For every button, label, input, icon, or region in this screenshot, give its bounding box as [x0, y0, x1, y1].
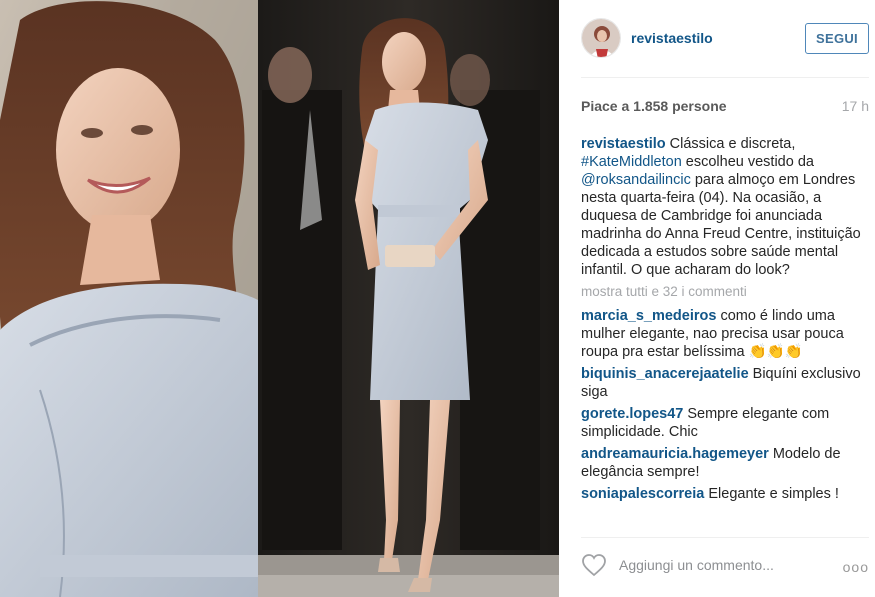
photo-collage [0, 0, 559, 597]
avatar-image [582, 19, 620, 57]
post-header: revistaestilo SEGUI [581, 15, 869, 61]
post-photo[interactable] [0, 0, 559, 597]
post-sidebar: revistaestilo SEGUI Piace a 1.858 person… [559, 0, 875, 597]
comment-username[interactable]: biquinis_anacerejaatelie [581, 366, 749, 382]
caption-text: Clássica e discreta, [665, 136, 796, 152]
add-comment-input[interactable] [619, 557, 819, 573]
header-username[interactable]: revistaestilo [631, 30, 713, 46]
post-stats: Piace a 1.858 persone 17 h [581, 96, 869, 116]
show-all-comments-link[interactable]: mostra tutti e 32 i commenti [581, 283, 861, 301]
comment-username[interactable]: marcia_s_medeiros [581, 308, 716, 324]
divider [581, 537, 869, 538]
caption: revistaestilo Clássica e discreta, #Kate… [581, 135, 861, 279]
comment-username[interactable]: andreamauricia.hagemeyer [581, 446, 769, 462]
comment-username[interactable]: soniapalescorreia [581, 486, 704, 502]
heart-outline-icon[interactable] [581, 553, 607, 577]
comment-username[interactable]: gorete.lopes47 [581, 406, 683, 422]
post-time[interactable]: 17 h [842, 98, 869, 114]
caption-text: escolheu vestido da [681, 154, 814, 170]
caption-mention[interactable]: @roksandailincic [581, 172, 691, 188]
comment-item: gorete.lopes47 Sempre elegante com simpl… [581, 405, 861, 441]
comments-list[interactable]: revistaestilo Clássica e discreta, #Kate… [581, 135, 861, 530]
caption-hashtag[interactable]: #KateMiddleton [581, 154, 682, 170]
comment-item: biquinis_anacerejaatelie Biquíni exclusi… [581, 365, 861, 401]
comment-item: soniapalescorreia Elegante e simples ! [581, 485, 861, 503]
caption-username[interactable]: revistaestilo [581, 136, 666, 152]
avatar[interactable] [581, 18, 621, 58]
likes-count[interactable]: Piace a 1.858 persone [581, 98, 727, 114]
comment-text: Elegante e simples ! [704, 486, 839, 502]
more-options-icon[interactable]: ooo [843, 559, 869, 575]
divider [581, 77, 869, 78]
comment-item: marcia_s_medeiros como é lindo uma mulhe… [581, 307, 861, 361]
follow-button[interactable]: SEGUI [805, 23, 869, 54]
comment-item: andreamauricia.hagemeyer Modelo de elegâ… [581, 445, 861, 481]
post-actions: ooo [581, 549, 869, 581]
